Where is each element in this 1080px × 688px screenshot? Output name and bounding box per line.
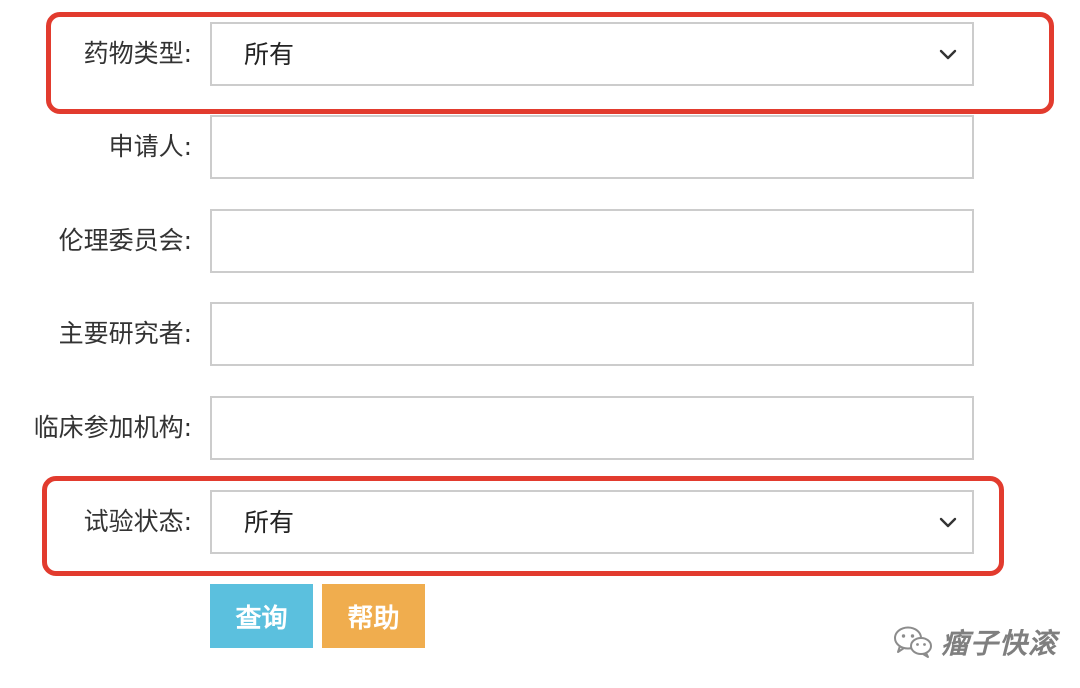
row-ethics-committee: 伦理委员会: [0, 209, 1080, 273]
clinical-institution-label: 临床参加机构: [33, 413, 192, 442]
clinical-institution-input[interactable] [210, 396, 974, 460]
watermark-text: 瘤子快滚 [941, 627, 1058, 660]
chevron-down-icon [939, 517, 957, 528]
drug-type-label: 药物类型: [83, 39, 192, 68]
ethics-committee-input[interactable] [210, 209, 974, 273]
trial-status-selected-value: 所有 [244, 508, 295, 537]
row-principal-investigator: 主要研究者: [0, 302, 1080, 366]
row-drug-type: 药物类型: 所有 [0, 22, 1080, 86]
watermark: 瘤子快滚 [893, 618, 1057, 666]
trial-status-label: 试验状态: [83, 507, 192, 536]
ethics-committee-label: 伦理委员会: [58, 226, 192, 255]
wechat-icon [894, 626, 932, 658]
principal-investigator-label: 主要研究者: [58, 319, 192, 348]
row-clinical-institution: 临床参加机构: [0, 396, 1080, 460]
row-trial-status: 试验状态: 所有 [0, 490, 1080, 554]
principal-investigator-input[interactable] [210, 302, 974, 366]
query-button[interactable]: 查询 [210, 584, 313, 648]
drug-type-select[interactable]: 所有 [210, 22, 974, 86]
trial-status-select[interactable]: 所有 [210, 490, 974, 554]
applicant-label: 申请人: [108, 132, 192, 161]
chevron-down-icon [939, 49, 957, 60]
drug-type-selected-value: 所有 [244, 40, 295, 69]
applicant-input[interactable] [210, 115, 974, 179]
row-applicant: 申请人: [0, 115, 1080, 179]
search-form-page: 药物类型: 所有 申请人: 伦理委员会: 主要研究者: 临床参加机构: 试验状态… [0, 0, 1080, 688]
help-button[interactable]: 帮助 [322, 584, 425, 648]
